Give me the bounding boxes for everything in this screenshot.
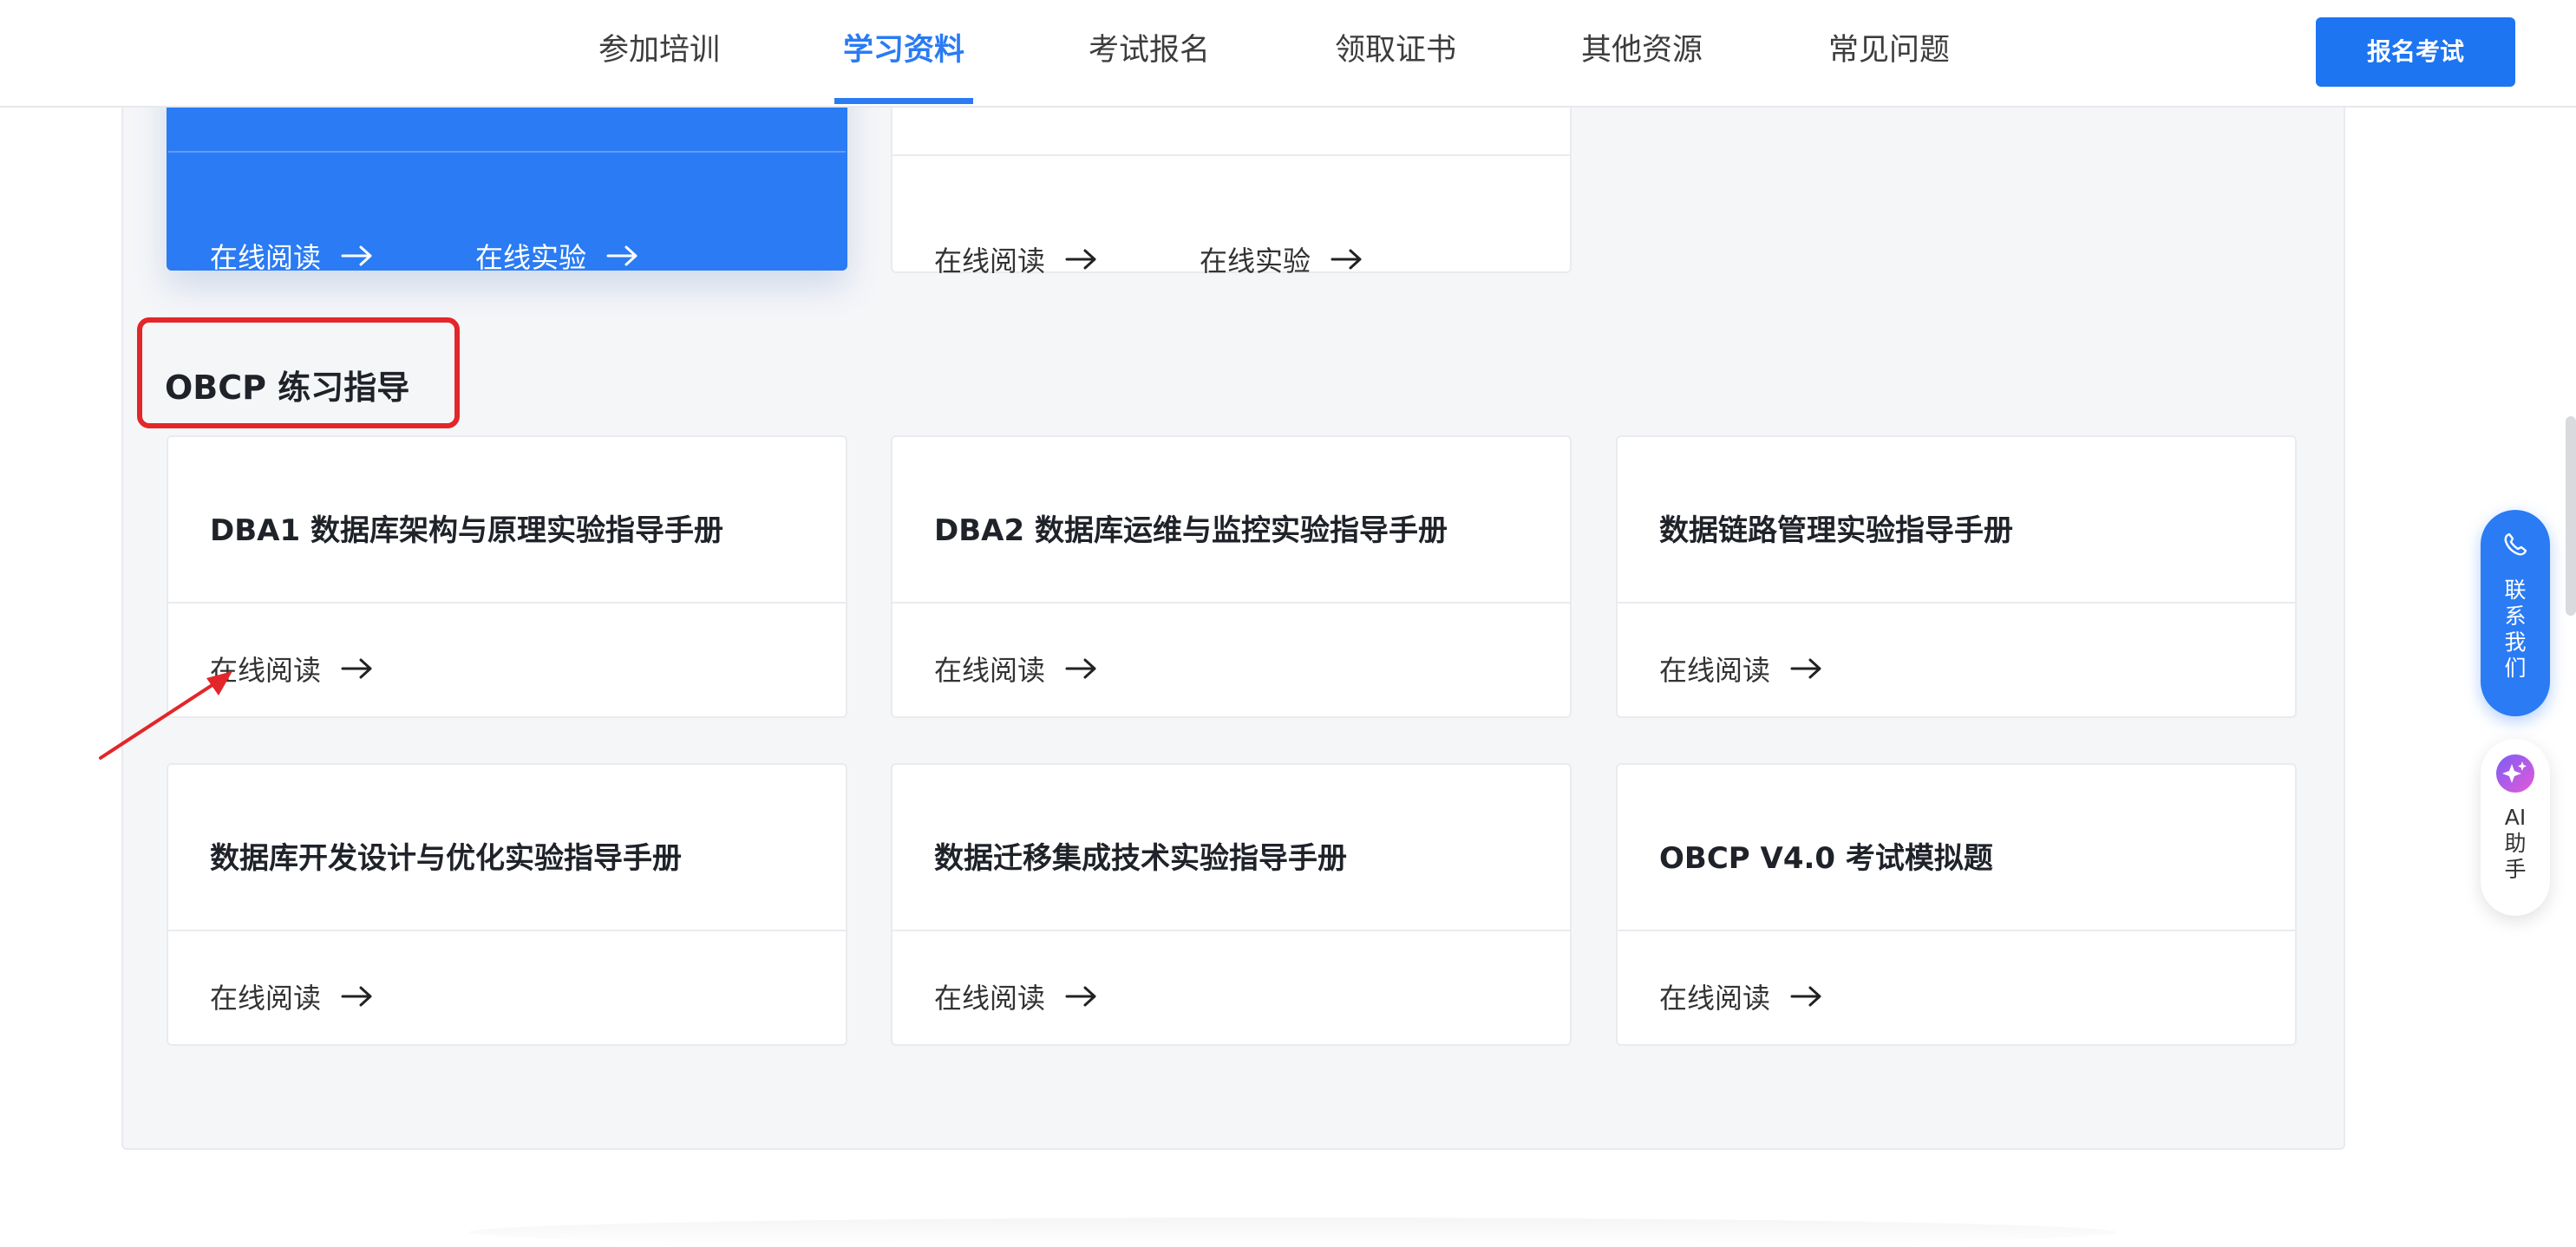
card-divider (168, 151, 846, 153)
nav-item-exam-registration[interactable]: 考试报名 (1080, 0, 1219, 104)
arrow-right-icon (1065, 658, 1096, 679)
link-label: 在线阅读 (934, 245, 1046, 277)
nav-item-training[interactable]: 参加培训 (590, 0, 729, 104)
nav-item-label: 考试报名 (1088, 33, 1210, 68)
active-tab-indicator (834, 98, 973, 104)
link-label: 在线阅读 (1659, 982, 1771, 1015)
online-read-link[interactable]: 在线阅读 (210, 976, 375, 1016)
nav-item-label: 其他资源 (1580, 33, 1703, 68)
arrow-right-icon (341, 658, 372, 679)
link-label: 在线实验 (475, 241, 587, 274)
card-divider (892, 154, 1570, 156)
link-label: 在线阅读 (210, 982, 322, 1015)
practice-card[interactable]: DBA2 数据库运维与监控实验指导手册 在线阅读 (891, 435, 1572, 718)
card-divider (168, 930, 846, 931)
arrow-right-icon (1065, 249, 1096, 270)
card-divider (1618, 602, 2295, 604)
top-nav-bar: 参加培训 学习资料 考试报名 领取证书 其他资源 常见问题 报名考试 (0, 0, 2576, 108)
card-divider (1618, 930, 2295, 931)
link-label: 在线阅读 (934, 654, 1046, 687)
link-label: 在线阅读 (1659, 654, 1771, 687)
card-divider (892, 602, 1570, 604)
annotation-arrow-icon (99, 671, 232, 760)
ai-assistant-button[interactable]: AI助手 (2481, 739, 2550, 916)
contact-us-button[interactable]: 联系我们 (2481, 510, 2550, 716)
page-scrollbar[interactable] (2566, 416, 2576, 616)
arrow-right-icon (606, 245, 637, 266)
arrow-right-icon (1065, 986, 1096, 1007)
online-lab-link[interactable]: 在线实验 (475, 236, 640, 276)
practice-card[interactable]: OBCP V4.0 考试模拟题 在线阅读 (1616, 763, 2297, 1046)
card-divider (168, 602, 846, 604)
link-label: 在线阅读 (210, 241, 322, 274)
arrow-right-icon (341, 986, 372, 1007)
nav-item-certificate[interactable]: 领取证书 (1326, 0, 1465, 104)
practice-card[interactable]: DBA1 数据库架构与原理实验指导手册 在线阅读 (167, 435, 847, 718)
online-lab-link[interactable]: 在线实验 (1200, 239, 1364, 279)
card-title: OBCP V4.0 考试模拟题 (1659, 841, 1993, 876)
nav-item-other-resources[interactable]: 其他资源 (1572, 0, 1711, 104)
practice-card[interactable]: 数据库开发设计与优化实验指导手册 在线阅读 (167, 763, 847, 1046)
nav-item-label: 常见问题 (1827, 33, 1950, 68)
card-title: DBA1 数据库架构与原理实验指导手册 (210, 513, 723, 548)
register-exam-button[interactable]: 报名考试 (2316, 17, 2515, 87)
ai-sparkle-icon (2496, 754, 2534, 793)
phone-icon (2504, 532, 2527, 556)
card-title: 数据链路管理实验指导手册 (1659, 513, 2013, 548)
card-title: 数据迁移集成技术实验指导手册 (934, 841, 1347, 876)
practice-card[interactable]: 数据链路管理实验指导手册 在线阅读 (1616, 435, 2297, 718)
nav-item-faq[interactable]: 常见问题 (1820, 0, 1958, 104)
nav-item-study-materials[interactable]: 学习资料 (834, 0, 973, 104)
link-label: 在线阅读 (934, 982, 1046, 1015)
online-read-link[interactable]: 在线阅读 (934, 976, 1099, 1016)
card-title: DBA2 数据库运维与监控实验指导手册 (934, 513, 1448, 548)
link-label: 在线实验 (1200, 245, 1311, 277)
card-title: 数据库开发设计与优化实验指导手册 (210, 841, 682, 876)
card-divider (892, 930, 1570, 931)
online-read-link[interactable]: 在线阅读 (934, 239, 1099, 279)
online-read-link[interactable]: 在线阅读 (210, 236, 375, 276)
online-read-link[interactable]: 在线阅读 (1659, 976, 1824, 1016)
nav-item-label: 领取证书 (1334, 33, 1456, 68)
arrow-right-icon (1330, 249, 1362, 270)
online-read-link[interactable]: 在线阅读 (934, 649, 1099, 689)
nav-item-label: 学习资料 (842, 33, 964, 68)
footer-shadow (468, 1218, 2116, 1247)
arrow-right-icon (1790, 986, 1821, 1007)
online-read-link[interactable]: 在线阅读 (1659, 649, 1824, 689)
arrow-right-icon (341, 245, 372, 266)
practice-card[interactable]: 数据迁移集成技术实验指导手册 在线阅读 (891, 763, 1572, 1046)
annotation-highlight-box (137, 317, 460, 428)
ai-assistant-label: AI助手 (2504, 805, 2527, 882)
contact-us-label: 联系我们 (2504, 578, 2527, 681)
arrow-right-icon (1790, 658, 1821, 679)
nav-item-label: 参加培训 (598, 33, 720, 68)
